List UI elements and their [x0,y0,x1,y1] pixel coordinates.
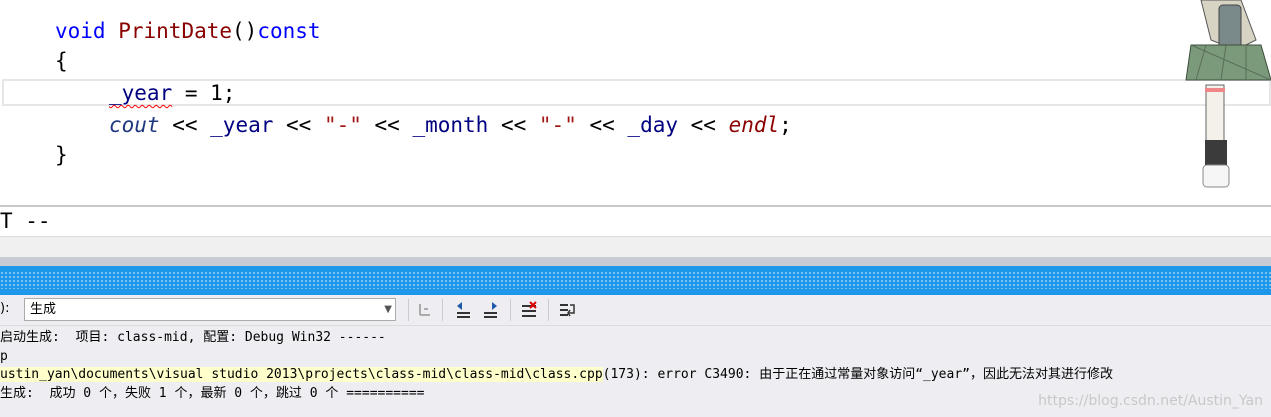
splitter[interactable] [0,237,1271,257]
operator: << [576,113,628,137]
watermark: https://blog.csdn.net/Austin_Yan [1038,393,1263,409]
go-to-message-icon [419,304,430,316]
output-line-1: 启动生成: 项目: class-mid, 配置: Debug Win32 ---… [0,330,386,345]
month-token: _month [412,113,489,137]
chevron-down-icon[interactable]: ▼ [384,299,392,320]
code-line-1: void PrintDate()const [55,15,321,47]
endl-token: endl [728,113,780,137]
string-literal: "-" [323,113,362,137]
output-line-3: ustin_yan\documents\visual studio 2013\p… [0,365,1113,384]
operator: << [361,113,413,137]
code-line-3: _year = 1; [109,77,235,109]
output-text-area[interactable]: 启动生成: 项目: class-mid, 配置: Debug Win32 ---… [0,326,1271,417]
source-label: ): [0,301,10,316]
operator: << [159,113,211,137]
panel-header-top [0,257,1271,266]
word-wrap-icon [560,304,575,317]
editor-bottom-border [0,205,1271,237]
output-line-2: p [0,349,8,364]
output-panel-header[interactable] [0,257,1271,295]
assignment: = 1; [172,81,236,105]
toolbar-separator [408,299,409,321]
error-file-path[interactable]: ustin_yan\documents\visual studio 2013\p… [0,367,603,382]
function-name: PrintDate [118,19,233,43]
code-line-5: } [55,143,68,167]
grip-pattern [0,271,1271,289]
code-line-2: { [55,49,68,73]
year-token: _year [210,113,274,137]
keyword-void: void [55,19,106,43]
output-toolbar: ): 生成 ▼ [0,295,1271,326]
operator: << [273,113,324,137]
output-line-4: 生成: 成功 0 个，失败 1 个，最新 0 个，跳过 0 个 ========… [0,386,425,401]
toolbar-separator [510,299,511,321]
output-source-select[interactable]: 生成 ▼ [24,298,396,321]
operator: << [488,113,539,137]
code-line-4: cout << _year << "-" << _month << "-" <<… [109,109,792,141]
string-literal: "-" [538,113,577,137]
day-token: _day [627,113,678,137]
parens: () [232,19,258,43]
operator: << [678,113,729,137]
previous-message-icon [457,302,470,318]
partial-text: T -- [0,209,51,233]
semicolon: ; [779,113,792,137]
find-message-button[interactable] [414,299,436,321]
keyword-const: const [257,19,321,43]
toolbar-separator [548,299,549,321]
code-editor[interactable]: void PrintDate()const { _year = 1; cout … [0,0,1271,205]
word-wrap-button[interactable] [556,299,578,321]
clear-all-button[interactable] [518,299,540,321]
toolbar-separator [442,299,443,321]
next-message-button[interactable] [480,299,502,321]
cout-token: cout [109,113,160,137]
clear-all-icon [522,301,537,317]
error-identifier-year: _year [109,81,173,105]
mascot-sticker-icon [1185,0,1271,188]
previous-message-button[interactable] [452,299,474,321]
next-message-icon [484,302,497,318]
output-source-value: 生成 [30,302,57,317]
error-message: (173): error C3490: 由于正在通过常量对象访问“_year”，… [602,367,1113,382]
